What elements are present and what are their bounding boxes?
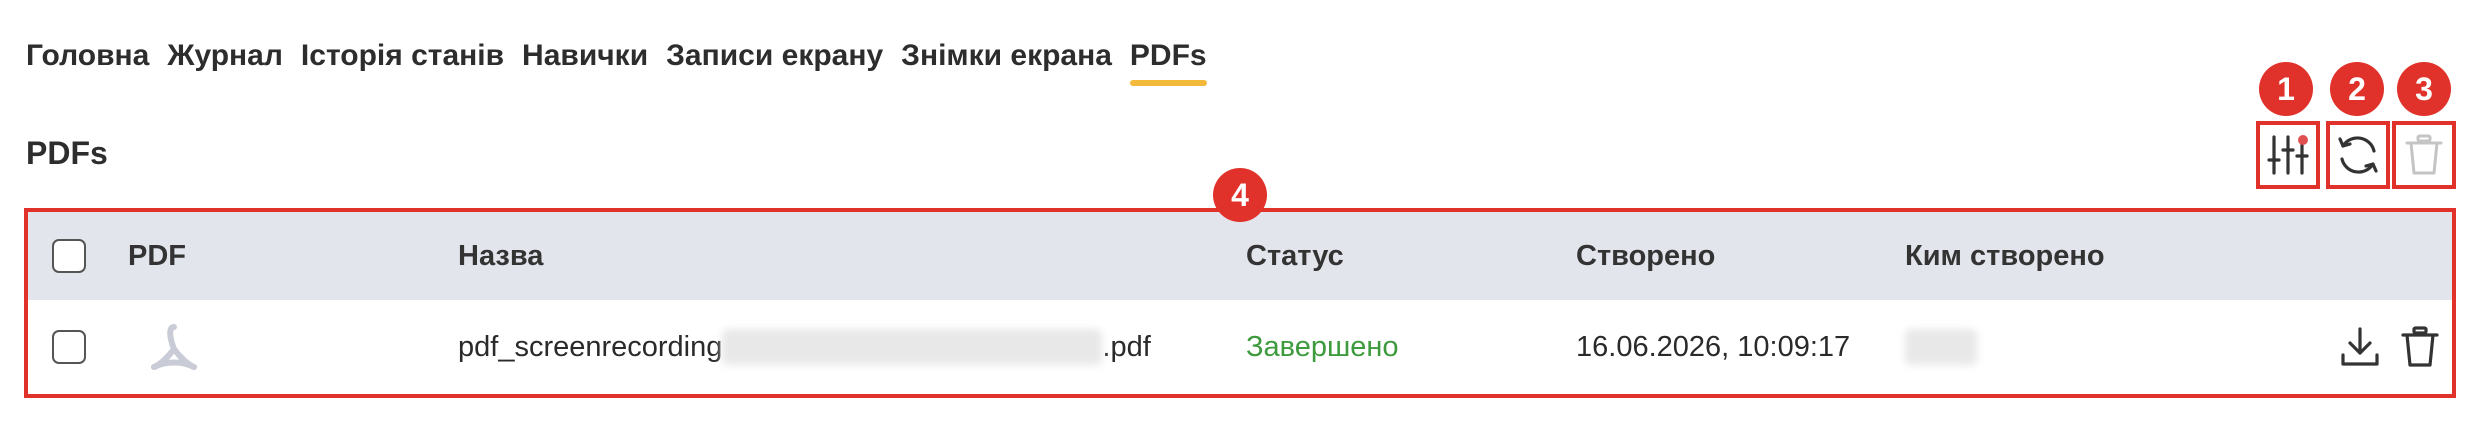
filter-button[interactable]	[2256, 121, 2320, 189]
column-header-status[interactable]: Статус	[1246, 212, 1344, 300]
tab-journal[interactable]: Журнал	[158, 36, 292, 88]
annotation-badge-1: 1	[2259, 62, 2313, 116]
tab-pdfs[interactable]: PDFs	[1121, 36, 1216, 88]
row-delete-button[interactable]	[2398, 300, 2442, 394]
created-by	[1905, 300, 1977, 394]
tab-skills[interactable]: Навички	[513, 36, 657, 88]
file-name: pdf_screenrecording .pdf	[458, 300, 1151, 394]
annotation-badge-2: 2	[2330, 62, 2384, 116]
table-row[interactable]: pdf_screenrecording .pdf Завершено 16.06.…	[28, 300, 2452, 394]
annotation-badge-4: 4	[1213, 168, 1267, 222]
status-badge: Завершено	[1246, 330, 1399, 363]
nav-tabs: Головна Журнал Історія станів Навички За…	[26, 36, 1216, 106]
pdf-file-icon	[151, 324, 197, 370]
file-name-prefix: pdf_screenrecording	[458, 330, 723, 363]
column-header-created[interactable]: Створено	[1576, 212, 1715, 300]
created-date: 16.06.2026, 10:09:17	[1576, 330, 1851, 363]
tab-screen-recordings[interactable]: Записи екрану	[657, 36, 892, 88]
tab-home[interactable]: Головна	[26, 36, 158, 88]
refresh-icon	[2338, 136, 2378, 174]
trash-icon	[2405, 134, 2443, 175]
tab-screenshots[interactable]: Знімки екрана	[892, 36, 1121, 88]
redacted-text	[722, 329, 1103, 365]
file-name-suffix: .pdf	[1102, 330, 1151, 363]
column-header-name[interactable]: Назва	[458, 212, 543, 300]
page-title: PDFs	[26, 135, 108, 171]
table-header: PDF Назва Статус Створено Ким створено	[28, 212, 2452, 300]
annotation-badge-3: 3	[2397, 62, 2451, 116]
select-all-checkbox[interactable]	[52, 239, 86, 273]
sliders-icon	[2267, 135, 2309, 175]
pdf-table: PDF Назва Статус Створено Ким створено p…	[24, 208, 2456, 398]
trash-icon	[2401, 326, 2439, 367]
download-button[interactable]	[2338, 300, 2382, 394]
tab-state-history[interactable]: Історія станів	[292, 36, 513, 88]
redacted-text	[1905, 329, 1977, 365]
column-header-pdf[interactable]: PDF	[128, 212, 186, 300]
refresh-button[interactable]	[2326, 121, 2390, 189]
download-icon	[2341, 327, 2379, 366]
row-checkbox[interactable]	[52, 330, 86, 364]
column-header-created-by[interactable]: Ким створено	[1905, 212, 2105, 300]
delete-selected-button[interactable]	[2392, 121, 2456, 189]
